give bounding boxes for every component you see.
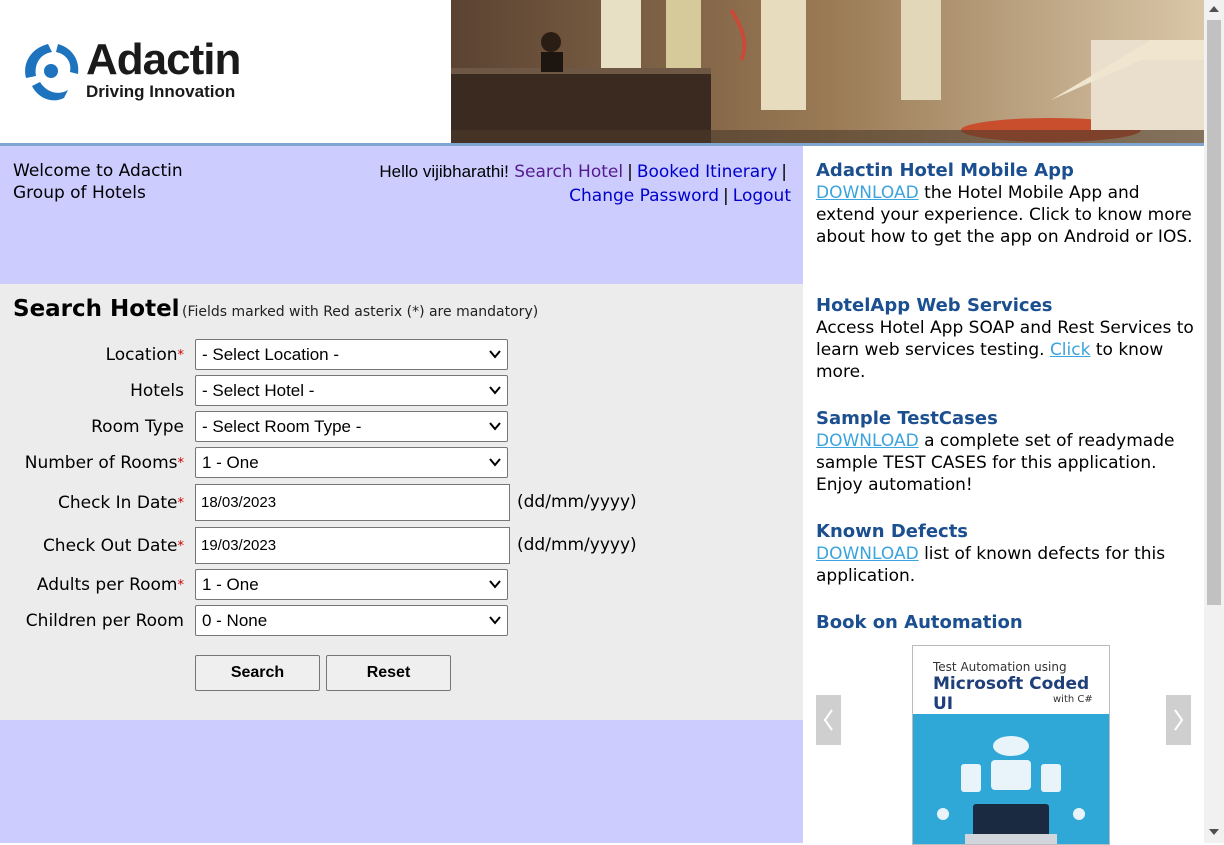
book-title: Book on Automation bbox=[816, 612, 1023, 633]
test-cases-download-link[interactable]: DOWNLOAD bbox=[816, 431, 919, 451]
check-in-date-input[interactable]: 18/03/2023 bbox=[195, 484, 510, 521]
change-password-link[interactable]: Change Password bbox=[569, 186, 719, 206]
search-button[interactable]: Search bbox=[195, 655, 320, 691]
known-defects-section: Known Defects DOWNLOAD list of known def… bbox=[816, 521, 1196, 587]
date-format-hint: (dd/mm/yyyy) bbox=[517, 535, 637, 555]
welcome-text: Welcome to Adactin Group of Hotels bbox=[13, 161, 183, 203]
required-marker: * bbox=[177, 456, 185, 471]
adactin-logo-icon bbox=[25, 44, 79, 101]
room-type-label: Room Type bbox=[91, 417, 184, 437]
adults-label: Adults per Room* bbox=[36, 575, 185, 595]
hotels-select[interactable]: - Select Hotel - bbox=[195, 375, 508, 406]
web-services-section: HotelApp Web Services Access Hotel App S… bbox=[816, 295, 1196, 383]
booked-itinerary-link[interactable]: Booked Itinerary bbox=[637, 162, 777, 182]
chevron-down-icon bbox=[489, 422, 501, 431]
room-type-select[interactable]: - Select Room Type - bbox=[195, 411, 508, 442]
book-section: Book on Automation bbox=[816, 612, 1196, 634]
book-cover-line1: Test Automation using bbox=[933, 660, 1067, 674]
chevron-down-icon bbox=[489, 386, 501, 395]
web-services-title: HotelApp Web Services bbox=[816, 295, 1053, 316]
search-hotel-link[interactable]: Search Hotel bbox=[514, 162, 623, 182]
known-defects-download-link[interactable]: DOWNLOAD bbox=[816, 544, 919, 564]
link-separator: | bbox=[781, 162, 787, 182]
required-marker: * bbox=[177, 348, 185, 363]
scroll-up-icon[interactable] bbox=[1209, 6, 1219, 12]
logo-title: Adactin bbox=[86, 35, 241, 84]
book-cover[interactable]: Test Automation using Microsoft Coded UI… bbox=[912, 645, 1110, 845]
required-marker: * bbox=[177, 496, 185, 511]
chevron-right-icon bbox=[1174, 709, 1184, 731]
hotels-label: Hotels bbox=[130, 381, 184, 401]
scroll-down-icon[interactable] bbox=[1209, 829, 1219, 835]
check-out-label: Check Out Date* bbox=[42, 536, 185, 556]
test-cases-section: Sample TestCases DOWNLOAD a complete set… bbox=[816, 408, 1196, 496]
link-separator: | bbox=[627, 162, 633, 182]
carousel-prev-button[interactable] bbox=[816, 695, 841, 745]
user-links: Hello vijibharathi! Search Hotel | Booked … bbox=[321, 160, 791, 208]
known-defects-title: Known Defects bbox=[816, 521, 969, 542]
adults-select[interactable]: 1 - One bbox=[195, 569, 508, 600]
rooms-select[interactable]: 1 - One bbox=[195, 447, 508, 478]
search-hotel-form: Search Hotel (Fields marked with Red ast… bbox=[0, 284, 803, 720]
welcome-panel: Welcome to Adactin Group of Hotels Hello… bbox=[0, 146, 803, 284]
logo-tagline: Driving Innovation bbox=[86, 82, 236, 101]
children-select[interactable]: 0 - None bbox=[195, 605, 508, 636]
check-in-label: Check In Date* bbox=[57, 493, 185, 513]
scroll-thumb[interactable] bbox=[1207, 20, 1221, 605]
rooms-label: Number of Rooms* bbox=[24, 453, 185, 473]
mobile-app-title: Adactin Hotel Mobile App bbox=[816, 160, 1074, 181]
required-marker: * bbox=[177, 539, 185, 554]
logo-area: Adactin Driving Innovation bbox=[0, 0, 451, 143]
check-out-date-input[interactable]: 19/03/2023 bbox=[195, 527, 510, 564]
page-scrollbar[interactable] bbox=[1204, 0, 1224, 843]
search-hotel-title: Search Hotel bbox=[13, 296, 180, 322]
mobile-app-section: Adactin Hotel Mobile App DOWNLOAD the Ho… bbox=[816, 160, 1196, 248]
web-services-click-link[interactable]: Click bbox=[1050, 340, 1091, 360]
mobile-app-download-link[interactable]: DOWNLOAD bbox=[816, 183, 919, 203]
logout-link[interactable]: Logout bbox=[733, 186, 791, 206]
date-format-hint: (dd/mm/yyyy) bbox=[517, 492, 637, 512]
chevron-down-icon bbox=[489, 580, 501, 589]
sidebar: Adactin Hotel Mobile App DOWNLOAD the Ho… bbox=[803, 146, 1204, 845]
mandatory-note: (Fields marked with Red asterix (*) are … bbox=[182, 304, 539, 320]
children-label: Children per Room bbox=[25, 611, 184, 631]
hotel-lobby-banner bbox=[451, 0, 1204, 143]
required-marker: * bbox=[177, 578, 185, 593]
location-label: Location* bbox=[105, 345, 185, 365]
test-cases-title: Sample TestCases bbox=[816, 408, 998, 429]
book-cover-line3: with C# bbox=[1053, 694, 1093, 705]
hello-user-text: Hello vijibharathi! bbox=[379, 162, 509, 181]
carousel-next-button[interactable] bbox=[1166, 695, 1191, 745]
chevron-down-icon bbox=[489, 350, 501, 359]
chevron-left-icon bbox=[823, 709, 833, 731]
reset-button[interactable]: Reset bbox=[326, 655, 451, 691]
chevron-down-icon bbox=[489, 458, 501, 467]
link-separator: | bbox=[723, 186, 729, 206]
book-illustration bbox=[913, 714, 1109, 844]
footer-panel bbox=[0, 720, 803, 843]
location-select[interactable]: - Select Location - bbox=[195, 339, 508, 370]
chevron-down-icon bbox=[489, 616, 501, 625]
